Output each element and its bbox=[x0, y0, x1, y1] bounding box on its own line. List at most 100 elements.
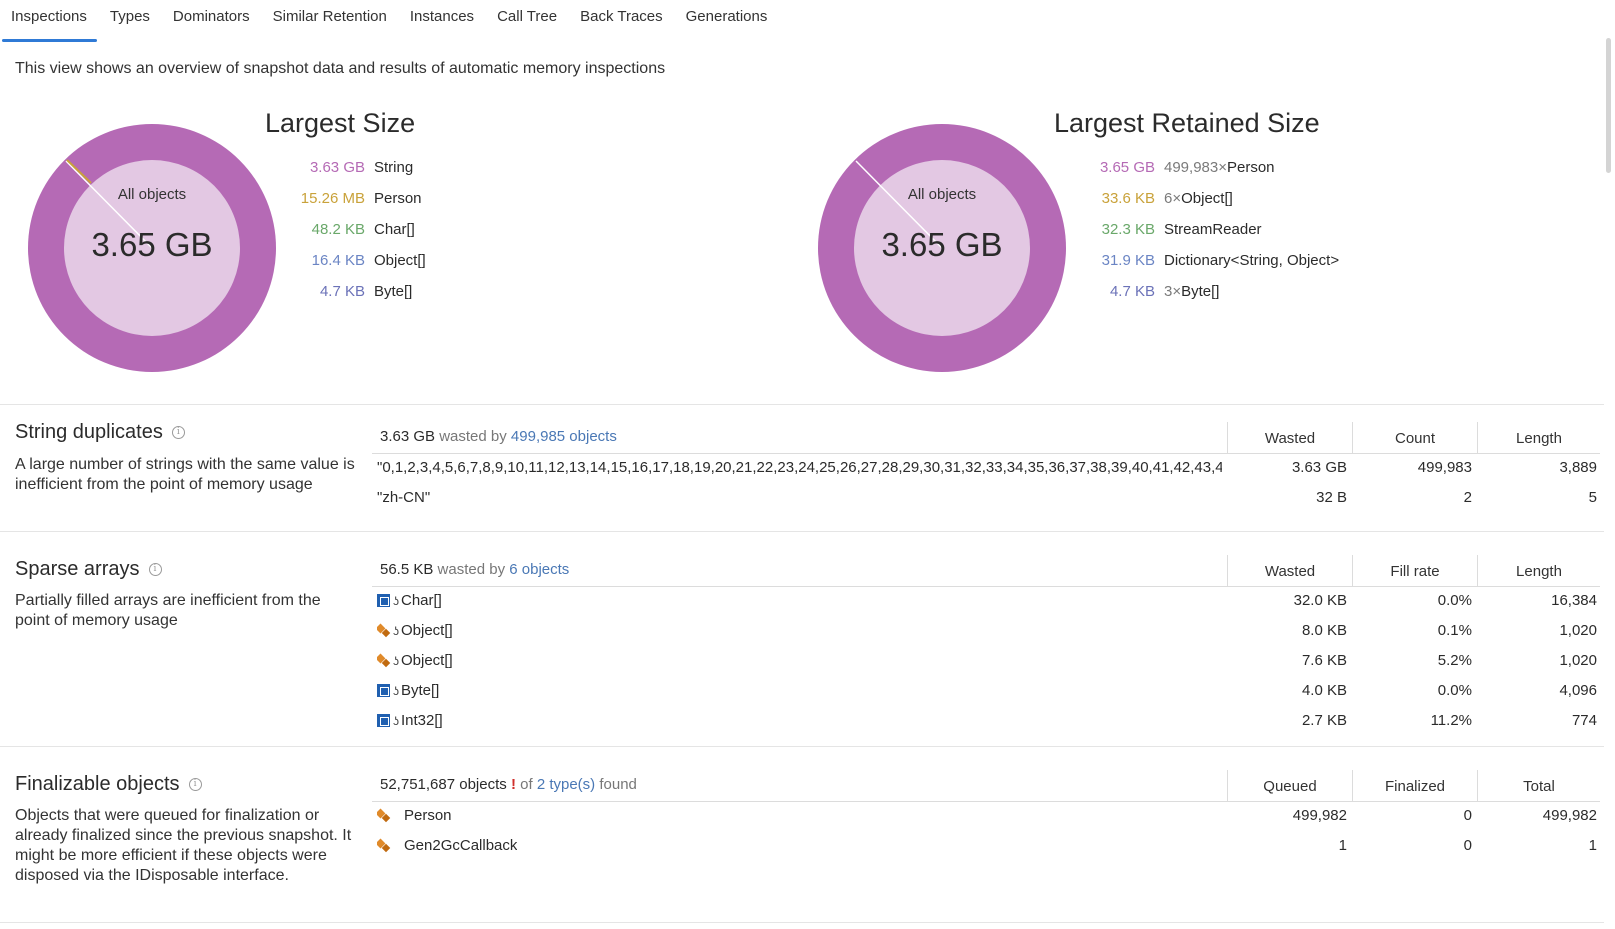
legend-item[interactable]: 16.4 KB Object[] bbox=[270, 245, 426, 276]
wasted-cell: 32.0 KB bbox=[1293, 592, 1347, 609]
largest-size-title: Largest Size bbox=[265, 108, 416, 138]
section-divider bbox=[0, 922, 1604, 923]
tab-instances[interactable]: Instances bbox=[399, 0, 486, 42]
array-icon bbox=[377, 714, 390, 727]
legend-item[interactable]: 48.2 KB Char[] bbox=[270, 214, 426, 245]
tab-generations[interactable]: Generations bbox=[675, 0, 780, 42]
legend-item[interactable]: 3.65 GB 499,983×Person bbox=[1060, 152, 1339, 183]
column-header-fill-rate[interactable]: Fill rate bbox=[1352, 555, 1477, 587]
column-header-length[interactable]: Length bbox=[1477, 555, 1600, 587]
count-cell: 2 bbox=[1463, 489, 1472, 506]
type-name: Object[] bbox=[401, 622, 453, 639]
summary-value: 52,751,687 objects bbox=[380, 776, 507, 793]
finalizable-objects-description: Objects that were queued for finalizatio… bbox=[15, 807, 352, 884]
legend-item[interactable]: 4.7 KB Byte[] bbox=[270, 276, 426, 307]
legend-item[interactable]: 31.9 KB Dictionary<String, Object> bbox=[1060, 245, 1339, 276]
sparse-arrays-title: Sparse arrays i bbox=[15, 558, 162, 581]
summary-text: found bbox=[599, 776, 637, 793]
array-icon bbox=[377, 684, 390, 697]
type-name-cell: ʖ Byte[] bbox=[377, 682, 439, 699]
table-row[interactable]: ʖ Object[] 8.0 KB 0.1% 1,020 bbox=[372, 617, 1600, 647]
field-ref-icon: ʖ bbox=[393, 623, 399, 638]
fill-rate-cell: 0.1% bbox=[1437, 622, 1472, 639]
tab-back-traces[interactable]: Back Traces bbox=[569, 0, 675, 42]
section-title-text: Sparse arrays bbox=[15, 558, 140, 580]
string-duplicates-title: String duplicates i bbox=[15, 421, 185, 444]
column-header-length[interactable]: Length bbox=[1477, 422, 1600, 454]
legend-item[interactable]: 33.6 KB 6×Object[] bbox=[1060, 183, 1339, 214]
fill-rate-cell: 5.2% bbox=[1437, 652, 1472, 669]
type-name-cell: ʖ Int32[] bbox=[377, 712, 443, 729]
tab-bar: Inspections Types Dominators Similar Ret… bbox=[0, 0, 779, 42]
table-row[interactable]: ʖ Object[] 7.6 KB 5.2% 1,020 bbox=[372, 647, 1600, 677]
table-summary: 56.5 KB wasted by 6 objects bbox=[380, 561, 569, 578]
donut-center-value: 3.65 GB bbox=[91, 226, 213, 263]
info-icon[interactable]: i bbox=[171, 426, 185, 439]
vertical-scrollbar[interactable] bbox=[1606, 38, 1611, 173]
table-row[interactable]: "zh-CN" 32 B 2 5 bbox=[372, 484, 1600, 514]
total-cell: 1 bbox=[1588, 837, 1597, 854]
tab-inspections[interactable]: Inspections bbox=[0, 0, 99, 42]
legend-size: 15.26 MB bbox=[300, 190, 365, 207]
legend-size: 4.7 KB bbox=[319, 283, 365, 300]
legend-multiplier: 3× bbox=[1164, 283, 1182, 300]
column-header-total[interactable]: Total bbox=[1477, 770, 1600, 802]
class-icon bbox=[377, 624, 390, 637]
table-header: 52,751,687 objects ! of 2 type(s) found … bbox=[372, 770, 1600, 802]
class-icon bbox=[377, 809, 390, 822]
length-cell: 1,020 bbox=[1559, 622, 1597, 639]
section-title-text: Finalizable objects bbox=[15, 773, 180, 795]
type-name-cell: ʖ Char[] bbox=[377, 592, 442, 609]
table-summary: 52,751,687 objects ! of 2 type(s) found bbox=[380, 776, 637, 793]
length-cell: 5 bbox=[1588, 489, 1597, 506]
legend-multiplier: 499,983× bbox=[1164, 159, 1227, 176]
type-name-cell: Gen2GcCallback bbox=[377, 837, 517, 854]
table-row[interactable]: ʖ Byte[] 4.0 KB 0.0% 4,096 bbox=[372, 677, 1600, 707]
legend-item[interactable]: 4.7 KB 3×Byte[] bbox=[1060, 276, 1339, 307]
field-ref-icon: ʖ bbox=[393, 713, 399, 728]
length-cell: 4,096 bbox=[1559, 682, 1597, 699]
legend-size: 32.3 KB bbox=[1101, 221, 1155, 238]
table-header: 56.5 KB wasted by 6 objects Wasted Fill … bbox=[372, 555, 1600, 587]
largest-retained-legend: 3.65 GB 499,983×Person 33.6 KB 6×Object[] … bbox=[1060, 152, 1339, 307]
summary-link[interactable]: 2 type(s) bbox=[537, 776, 595, 793]
string-duplicates-description: A large number of strings with the same … bbox=[15, 456, 355, 493]
tab-similar-retention[interactable]: Similar Retention bbox=[262, 0, 399, 42]
legend-item[interactable]: 15.26 MB Person bbox=[270, 183, 426, 214]
tab-call-tree[interactable]: Call Tree bbox=[486, 0, 569, 42]
queued-cell: 1 bbox=[1338, 837, 1347, 854]
legend-item[interactable]: 32.3 KB StreamReader bbox=[1060, 214, 1339, 245]
table-row[interactable]: ʖ Char[] 32.0 KB 0.0% 16,384 bbox=[372, 587, 1600, 617]
tab-dominators[interactable]: Dominators bbox=[162, 0, 262, 42]
legend-name: Person bbox=[374, 190, 422, 207]
column-header-finalized[interactable]: Finalized bbox=[1352, 770, 1477, 802]
largest-retained-title: Largest Retained Size bbox=[1054, 108, 1320, 138]
legend-name: Object[] bbox=[1181, 190, 1233, 207]
fill-rate-cell: 0.0% bbox=[1437, 592, 1472, 609]
summary-link[interactable]: 499,985 objects bbox=[511, 428, 617, 445]
type-name: Byte[] bbox=[401, 682, 440, 699]
column-header-count[interactable]: Count bbox=[1352, 422, 1477, 454]
column-header-wasted[interactable]: Wasted bbox=[1227, 555, 1352, 587]
queued-cell: 499,982 bbox=[1292, 807, 1347, 824]
fill-rate-cell: 11.2% bbox=[1430, 712, 1472, 729]
finalized-cell: 0 bbox=[1463, 837, 1472, 854]
legend-item[interactable]: 3.63 GB String bbox=[270, 152, 426, 183]
info-icon[interactable]: i bbox=[188, 778, 202, 791]
tab-types[interactable]: Types bbox=[99, 0, 162, 42]
table-row[interactable]: Gen2GcCallback 1 0 1 bbox=[372, 832, 1600, 862]
table-row[interactable]: Person 499,982 0 499,982 bbox=[372, 802, 1600, 832]
column-header-queued[interactable]: Queued bbox=[1227, 770, 1352, 802]
column-header-wasted[interactable]: Wasted bbox=[1227, 422, 1352, 454]
sparse-arrays-description: Partially filled arrays are inefficient … bbox=[15, 592, 321, 629]
table-row[interactable]: ʖ Int32[] 2.7 KB 11.2% 774 bbox=[372, 707, 1600, 737]
total-cell: 499,982 bbox=[1542, 807, 1597, 824]
summary-link[interactable]: 6 objects bbox=[509, 561, 569, 578]
array-icon bbox=[377, 594, 390, 607]
legend-size: 33.6 KB bbox=[1101, 190, 1155, 207]
info-icon[interactable]: i bbox=[148, 563, 162, 576]
table-row[interactable]: "0,1,2,3,4,5,6,7,8,9,10,11,12,13,14,15,1… bbox=[372, 454, 1600, 484]
legend-size: 3.65 GB bbox=[1099, 159, 1155, 176]
fill-rate-cell: 0.0% bbox=[1437, 682, 1472, 699]
wasted-cell: 8.0 KB bbox=[1301, 622, 1347, 639]
